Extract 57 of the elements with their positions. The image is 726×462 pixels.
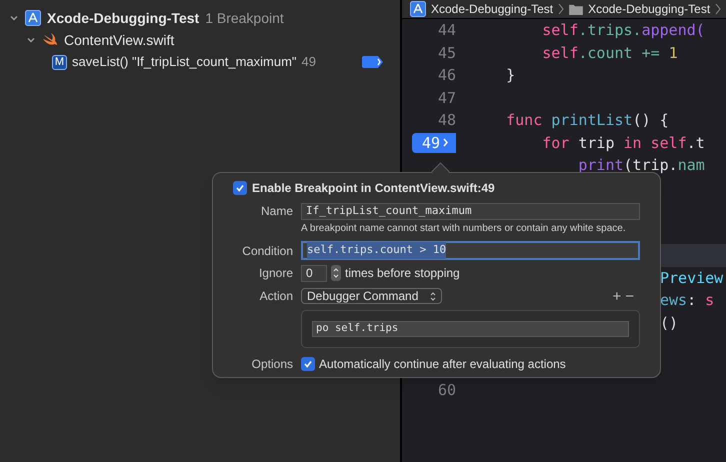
name-hint: A breakpoint name cannot start with numbers or contain any white space. [301,222,627,236]
code-line: Preview [660,268,724,288]
breadcrumb-item[interactable]: Xcode-Debugging-Test [431,0,554,18]
breakpoint-label: saveList() "If_tripList_count_maximum" [72,53,297,72]
popover-title: Enable Breakpoint in ContentView.swift:49 [252,180,495,197]
chevron-icon [558,3,564,15]
breakpoint-marker[interactable]: 49 [412,132,456,153]
code-line: () [660,312,678,334]
swift-icon [42,33,58,47]
field-label: Action [258,288,293,305]
method-icon: M [52,54,67,70]
code-line: for trip in self.t [541,132,705,154]
chevron-icon[interactable] [9,13,19,23]
breadcrumb-item[interactable]: Xcode-Debugging-Test [588,0,710,18]
line-number: 48 [438,110,456,131]
line-number: 46 [438,65,456,86]
condition-field[interactable]: self.trips.count > 10 [301,241,640,260]
project-name: Xcode-Debugging-Test [47,8,200,28]
project-icon [25,10,41,26]
checkmark-icon [235,183,245,193]
line-number: 44 [438,20,456,41]
checkbox-label: Automatically continue after evaluating actions [319,356,566,373]
code-line: ews: s [660,290,714,311]
stepper-icon[interactable] [331,265,341,281]
field-label: Ignore [258,265,293,282]
line-number: 49 [302,53,316,72]
chevron-icon [443,138,448,148]
project-icon [410,1,426,17]
remove-button[interactable]: − [625,288,634,304]
file-name: ContentView.swift [64,30,174,50]
field-label: Condition [241,242,293,260]
field-label: Name [260,203,293,220]
code-line: self.count += 1 [541,42,678,64]
folder-icon [569,4,584,14]
code-line: print(trip.nam [577,155,705,176]
line-number: 47 [438,88,456,108]
code-line: } [505,65,516,86]
breakpoint-marker-icon[interactable] [362,56,384,68]
breakpoint-row[interactable]: M saveList() "If_tripList_count_maximum" 49 [0,51,400,73]
code-line: func printList() { [505,110,669,131]
checkmark-icon [303,359,313,369]
add-button[interactable]: + [612,288,622,304]
ignore-field[interactable]: 0 [301,264,327,282]
chevron-icon [715,3,722,15]
checkbox[interactable] [233,181,247,195]
line-number: 60 [438,380,456,401]
action-dropdown[interactable]: Debugger Command [301,288,442,304]
field-label: Options [250,356,293,373]
line-number: 45 [438,42,456,64]
chevron-icon[interactable] [26,35,36,45]
command-field[interactable]: po self.trips [312,321,629,337]
name-field[interactable]: If_tripList_count_maximum [301,202,640,220]
updown-icon [430,292,436,300]
code-line: self.trips.append( [541,20,705,41]
breakpoint-count: 1 Breakpoint [205,8,284,28]
checkbox[interactable] [301,357,315,371]
ignore-suffix: times before stopping [345,265,460,282]
